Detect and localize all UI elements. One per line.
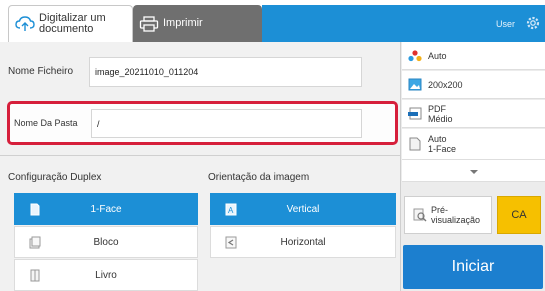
resolution-image-icon [408,78,422,92]
pdf-file-icon [408,107,422,121]
folder-name-value: / [97,118,100,129]
svg-text:A: A [228,206,234,215]
color-mode-setting[interactable]: Auto [402,42,545,70]
duplex-option-1-face[interactable]: 1-Face [14,193,198,225]
color-dots-icon [408,49,422,63]
file-name-input[interactable]: image_20211010_011204 [89,57,362,87]
orientation-option-vertical[interactable]: A Vertical [210,193,396,225]
scan-sides-value: Auto 1-Face [428,134,456,154]
preview-line2: visualização [431,215,481,225]
scan-sides-line1: Auto [428,134,447,144]
file-format-line1: PDF [428,103,446,114]
preview-line1: Pré- [431,205,449,215]
more-settings-toggle[interactable] [402,160,545,182]
orientation-title: Orientação da imagem [208,172,310,183]
chevron-down-icon [469,162,479,180]
file-name-label: Nome Ficheiro [8,66,74,77]
start-button[interactable]: Iniciar [403,245,543,289]
preview-label: Pré- visualização [431,205,480,225]
duplex-title: Configuração Duplex [8,172,102,183]
start-label: Iniciar [451,258,495,275]
tablet-pages-icon [29,235,41,249]
duplex-option-bloco[interactable]: Bloco [14,226,198,258]
ca-label: CA [511,209,527,221]
tab-print[interactable]: Imprimir [133,5,262,42]
single-side-page-icon [408,137,422,151]
ca-button[interactable]: CA [497,196,541,234]
duplex-option-livro[interactable]: Livro [14,259,198,291]
file-format-setting[interactable]: PDF Médio [402,100,545,128]
resolution-value: 200x200 [428,79,463,90]
scan-sides-setting[interactable]: Auto 1-Face [402,129,545,160]
cloud-upload-icon [13,12,37,36]
orientation-option-label: Horizontal [280,236,326,248]
landscape-arrow-icon [225,235,237,249]
single-page-icon [29,202,41,216]
orientation-option-label: Vertical [286,203,320,215]
tab-scan-label: Digitalizar um documento [39,12,106,35]
gear-icon[interactable] [525,15,541,31]
color-mode-value: Auto [428,50,447,61]
duplex-option-label: Livro [95,269,117,281]
tab-scan[interactable]: Digitalizar um documento [8,5,133,42]
resolution-setting[interactable]: 200x200 [402,71,545,99]
portrait-a-icon: A [225,202,237,216]
file-format-value: PDF Médio [428,104,453,124]
scan-sides-line2: 1-Face [428,144,457,154]
tab-print-label: Imprimir [163,17,203,29]
printer-icon [137,12,161,36]
preview-button[interactable]: Pré- visualização [404,196,492,234]
duplex-option-label: Bloco [93,236,119,248]
folder-name-input[interactable]: / [91,109,362,138]
folder-name-label: Nome Da Pasta [14,118,78,128]
file-name-value: image_20211010_011204 [95,67,199,77]
magnifier-page-icon [413,208,427,222]
book-pages-icon [29,268,41,282]
orientation-option-horizontal[interactable]: Horizontal [210,226,396,258]
section-divider [0,155,400,156]
file-format-line2: Médio [428,113,453,124]
duplex-option-label: 1-Face [90,203,122,215]
user-label[interactable]: User [496,19,515,29]
